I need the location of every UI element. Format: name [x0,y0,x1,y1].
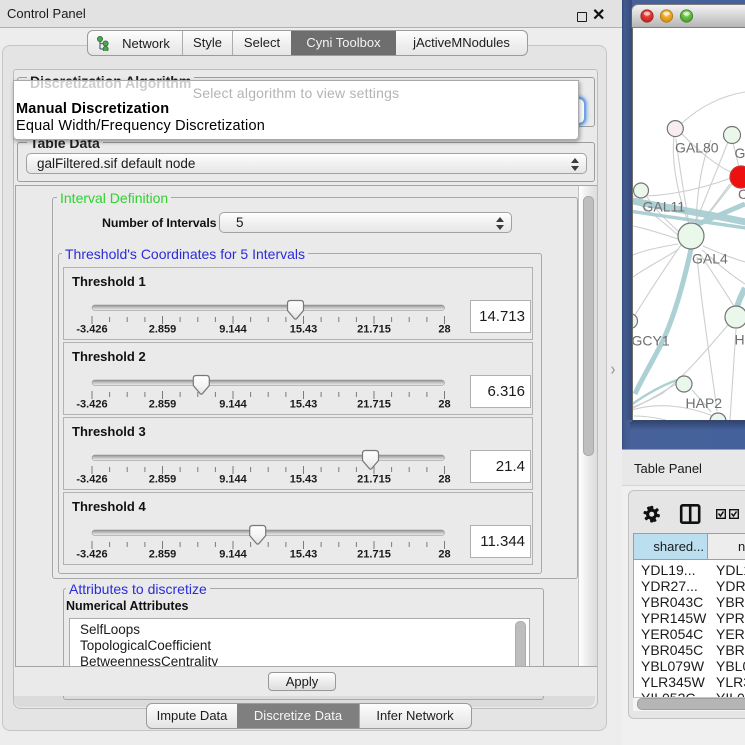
svg-text:-3.426: -3.426 [76,324,107,336]
svg-text:2.859: 2.859 [149,549,177,561]
svg-text:15.43: 15.43 [290,324,318,336]
svg-text:9.144: 9.144 [219,324,247,336]
svg-text:-3.426: -3.426 [76,474,107,486]
svg-text:GCY1: GCY1 [633,333,670,349]
svg-text:21.715: 21.715 [357,474,391,486]
svg-text:-3.426: -3.426 [76,399,107,411]
svg-text:21.715: 21.715 [357,324,391,336]
svg-text:HAP2: HAP2 [686,395,723,411]
svg-text:GAL80: GAL80 [675,140,719,156]
svg-text:9.144: 9.144 [219,399,247,411]
svg-text:GAL11: GAL11 [643,199,686,215]
svg-text:9.144: 9.144 [219,549,247,561]
svg-text:2.859: 2.859 [149,324,177,336]
svg-text:28: 28 [438,549,450,561]
svg-text:2.859: 2.859 [149,474,177,486]
svg-text:28: 28 [438,474,450,486]
svg-text:GAL4: GAL4 [692,251,728,267]
svg-text:9.144: 9.144 [219,474,247,486]
svg-text:-3.426: -3.426 [76,549,107,561]
svg-text:HIS4: HIS4 [735,332,745,348]
svg-text:15.43: 15.43 [290,399,318,411]
svg-text:28: 28 [438,324,450,336]
svg-text:15.43: 15.43 [290,549,318,561]
svg-text:21.715: 21.715 [357,399,391,411]
svg-text:21.715: 21.715 [357,549,391,561]
svg-text:CYC: CYC [738,186,745,202]
svg-text:28: 28 [438,399,450,411]
svg-text:2.859: 2.859 [149,399,177,411]
svg-text:GAL2: GAL2 [735,145,745,161]
svg-text:15.43: 15.43 [290,474,318,486]
